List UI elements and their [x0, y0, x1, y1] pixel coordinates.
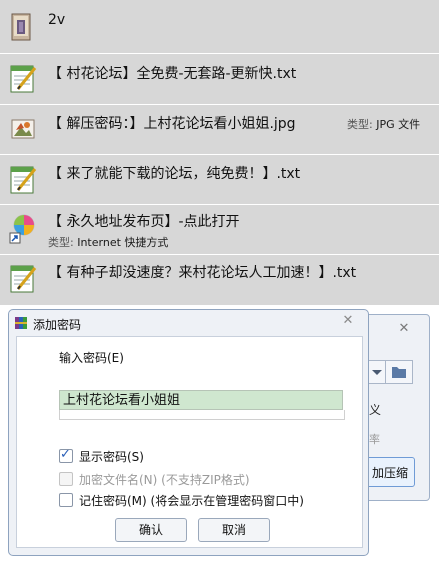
password-dropdown-list: [59, 410, 345, 420]
add-password-dialog: 添加密码 ✕ 输入密码(E) 上村花论坛看小姐姐 ✓ 显示密码(S) 加密文件名…: [8, 309, 369, 556]
file-row[interactable]: 【 解压密码：】上村花论坛看小姐姐.jpg 类型: JPG 文件: [0, 105, 439, 155]
file-name: 【 来了就能下载的论坛，纯免费！】.txt: [48, 166, 301, 182]
rar-archive-icon: [8, 12, 38, 44]
file-name: 【 村花论坛】全免费-无套路-更新快.txt: [48, 66, 297, 82]
file-type: 类型: Internet 快捷方式: [48, 236, 169, 249]
file-list: 2v 【 村花论坛】全免费-无套路-更新快.txt 【 解压密码：】上村花论坛看…: [0, 0, 439, 305]
cancel-button[interactable]: 取消: [198, 518, 270, 542]
checkmark-icon: ✓: [60, 447, 71, 462]
file-name: 2v: [48, 12, 66, 28]
dialog-body: 输入密码(E) 上村花论坛看小姐姐 ✓ 显示密码(S) 加密文件名(N) (不支…: [16, 336, 363, 548]
browse-folder-button[interactable]: [385, 360, 413, 384]
file-type: 类型: JPG 文件: [347, 118, 421, 131]
close-icon[interactable]: ✕: [393, 321, 415, 337]
winrar-icon: [14, 316, 28, 330]
show-password-label: 显示密码(S): [79, 450, 144, 464]
file-row[interactable]: 【 有种子却没速度？来村花论坛人工加速！】.txt: [0, 255, 439, 305]
notepad-icon: [8, 163, 38, 195]
show-password-checkbox[interactable]: ✓: [59, 447, 73, 463]
file-row[interactable]: 2v: [0, 0, 439, 54]
notepad-icon: [8, 262, 38, 294]
encrypt-filenames-label: 加密文件名(N) (不支持ZIP格式): [79, 473, 250, 487]
option-text: 义: [369, 403, 382, 417]
close-icon[interactable]: ✕: [336, 313, 360, 329]
file-name: 【 有种子却没速度？来村花论坛人工加速！】.txt: [48, 265, 357, 281]
password-input[interactable]: 上村花论坛看小姐姐: [59, 390, 343, 410]
notepad-icon: [8, 62, 38, 94]
encrypt-filenames-checkbox[interactable]: [59, 472, 73, 486]
file-row[interactable]: 【 来了就能下载的论坛，纯免费！】.txt: [0, 155, 439, 205]
remember-password-label: 记住密码(M) (将会显示在管理密码窗口中): [79, 494, 304, 508]
compress-button[interactable]: 加压缩: [361, 457, 415, 487]
file-row[interactable]: 【 村花论坛】全免费-无套路-更新快.txt: [0, 54, 439, 105]
image-file-icon: [8, 114, 38, 146]
password-label: 输入密码(E): [59, 351, 124, 365]
file-name: 【 解压密码：】上村花论坛看小姐姐.jpg: [48, 116, 296, 132]
internet-shortcut-icon: [8, 211, 38, 244]
remember-password-checkbox[interactable]: [59, 493, 73, 507]
folder-icon: [392, 367, 406, 378]
file-name: 【 永久地址发布页】-点此打开: [48, 214, 240, 230]
option-text: 率: [369, 433, 380, 446]
dialog-title: 添加密码: [33, 318, 82, 332]
ok-button[interactable]: 确认: [115, 518, 187, 542]
file-row[interactable]: 【 永久地址发布页】-点此打开 类型: Internet 快捷方式: [0, 205, 439, 255]
